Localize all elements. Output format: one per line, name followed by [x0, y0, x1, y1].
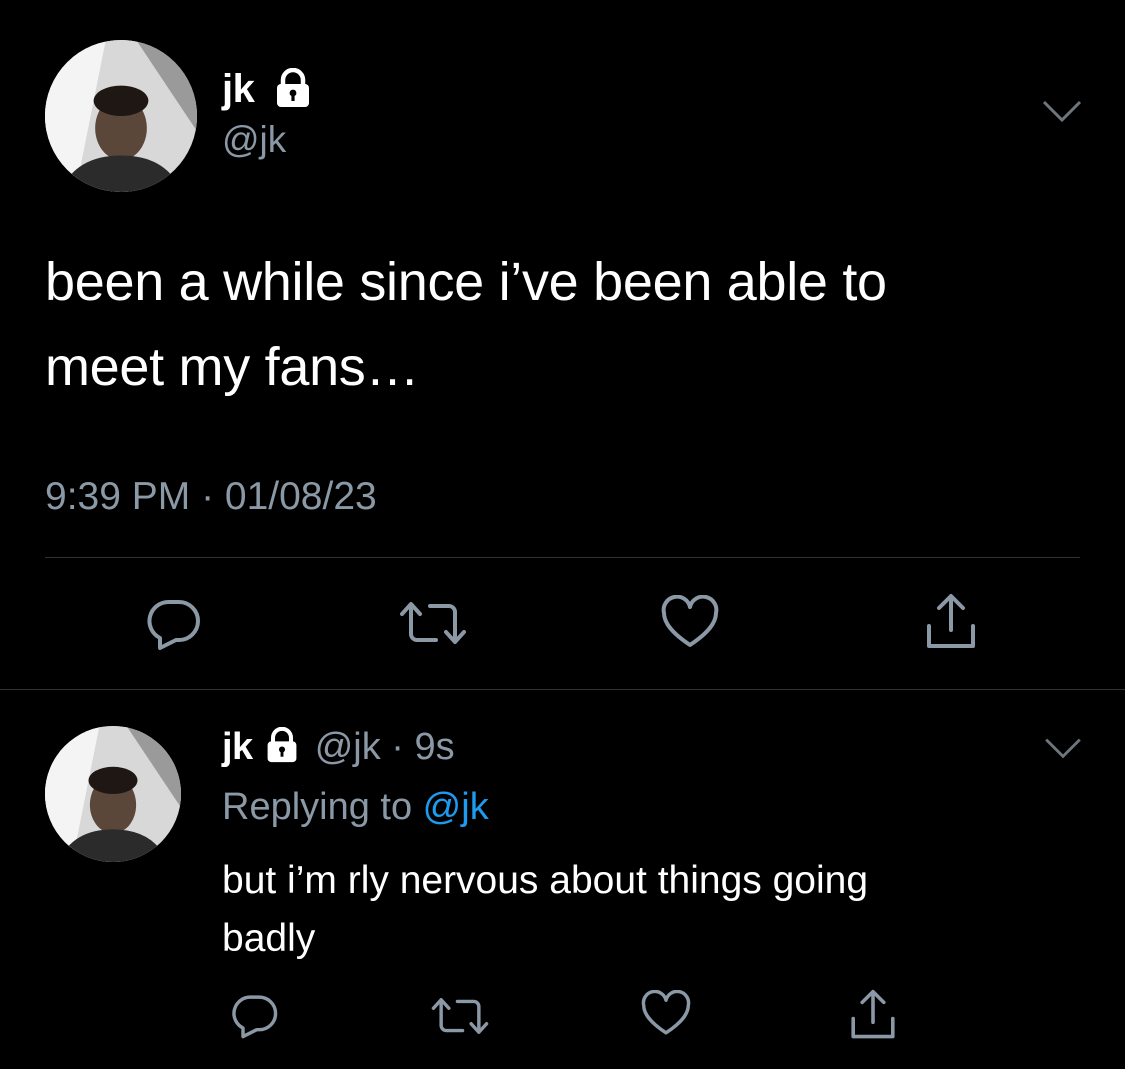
share-icon — [851, 989, 895, 1039]
user-handle[interactable]: @jk — [222, 118, 286, 162]
handle-and-time[interactable]: @jk · 9s — [315, 726, 455, 768]
like-button[interactable] — [660, 595, 720, 651]
lock-icon — [270, 67, 316, 108]
share-button[interactable] — [921, 592, 981, 652]
display-name[interactable]: jk — [222, 726, 253, 768]
tweet-text: but i’m rly nervous about things going b… — [222, 852, 1082, 968]
reply-button[interactable] — [230, 992, 280, 1040]
share-button[interactable] — [846, 988, 900, 1042]
share-icon — [927, 594, 975, 648]
chevron-down-icon[interactable] — [1042, 734, 1084, 762]
tweet-timestamp[interactable]: 9:39 PM · 01/08/23 — [45, 474, 377, 520]
divider — [0, 689, 1125, 690]
heart-icon — [641, 990, 691, 1035]
lock-icon — [261, 726, 303, 763]
avatar[interactable] — [45, 40, 197, 192]
retweet-button[interactable] — [430, 994, 490, 1038]
avatar-photo — [45, 726, 181, 862]
retweet-button[interactable] — [398, 598, 468, 648]
avatar[interactable] — [45, 726, 181, 862]
avatar-photo — [45, 40, 197, 192]
retweet-icon — [431, 998, 489, 1034]
divider — [45, 557, 1080, 558]
replying-to: Replying to @jk — [222, 784, 489, 830]
like-button[interactable] — [640, 990, 692, 1038]
tweet-text-line: meet my fans… — [45, 337, 420, 397]
heart-icon — [661, 595, 719, 647]
tweet-text-line: but i’m rly nervous about things going — [222, 859, 869, 902]
display-name[interactable]: jk — [222, 66, 255, 112]
reply-icon — [232, 995, 278, 1039]
retweet-icon — [400, 602, 466, 644]
replying-to-label: Replying to — [222, 786, 423, 828]
chevron-down-icon[interactable] — [1040, 96, 1084, 126]
mention-link[interactable]: @jk — [423, 786, 489, 828]
tweet-text: been a while since i’ve been able to mee… — [45, 240, 1085, 410]
reply-header: jk @jk · 9s — [222, 724, 455, 770]
reply-icon — [147, 599, 200, 650]
reply-button[interactable] — [146, 596, 202, 652]
tweet-text-line: badly — [222, 917, 316, 960]
tweet-text-line: been a while since i’ve been able to — [45, 252, 887, 312]
